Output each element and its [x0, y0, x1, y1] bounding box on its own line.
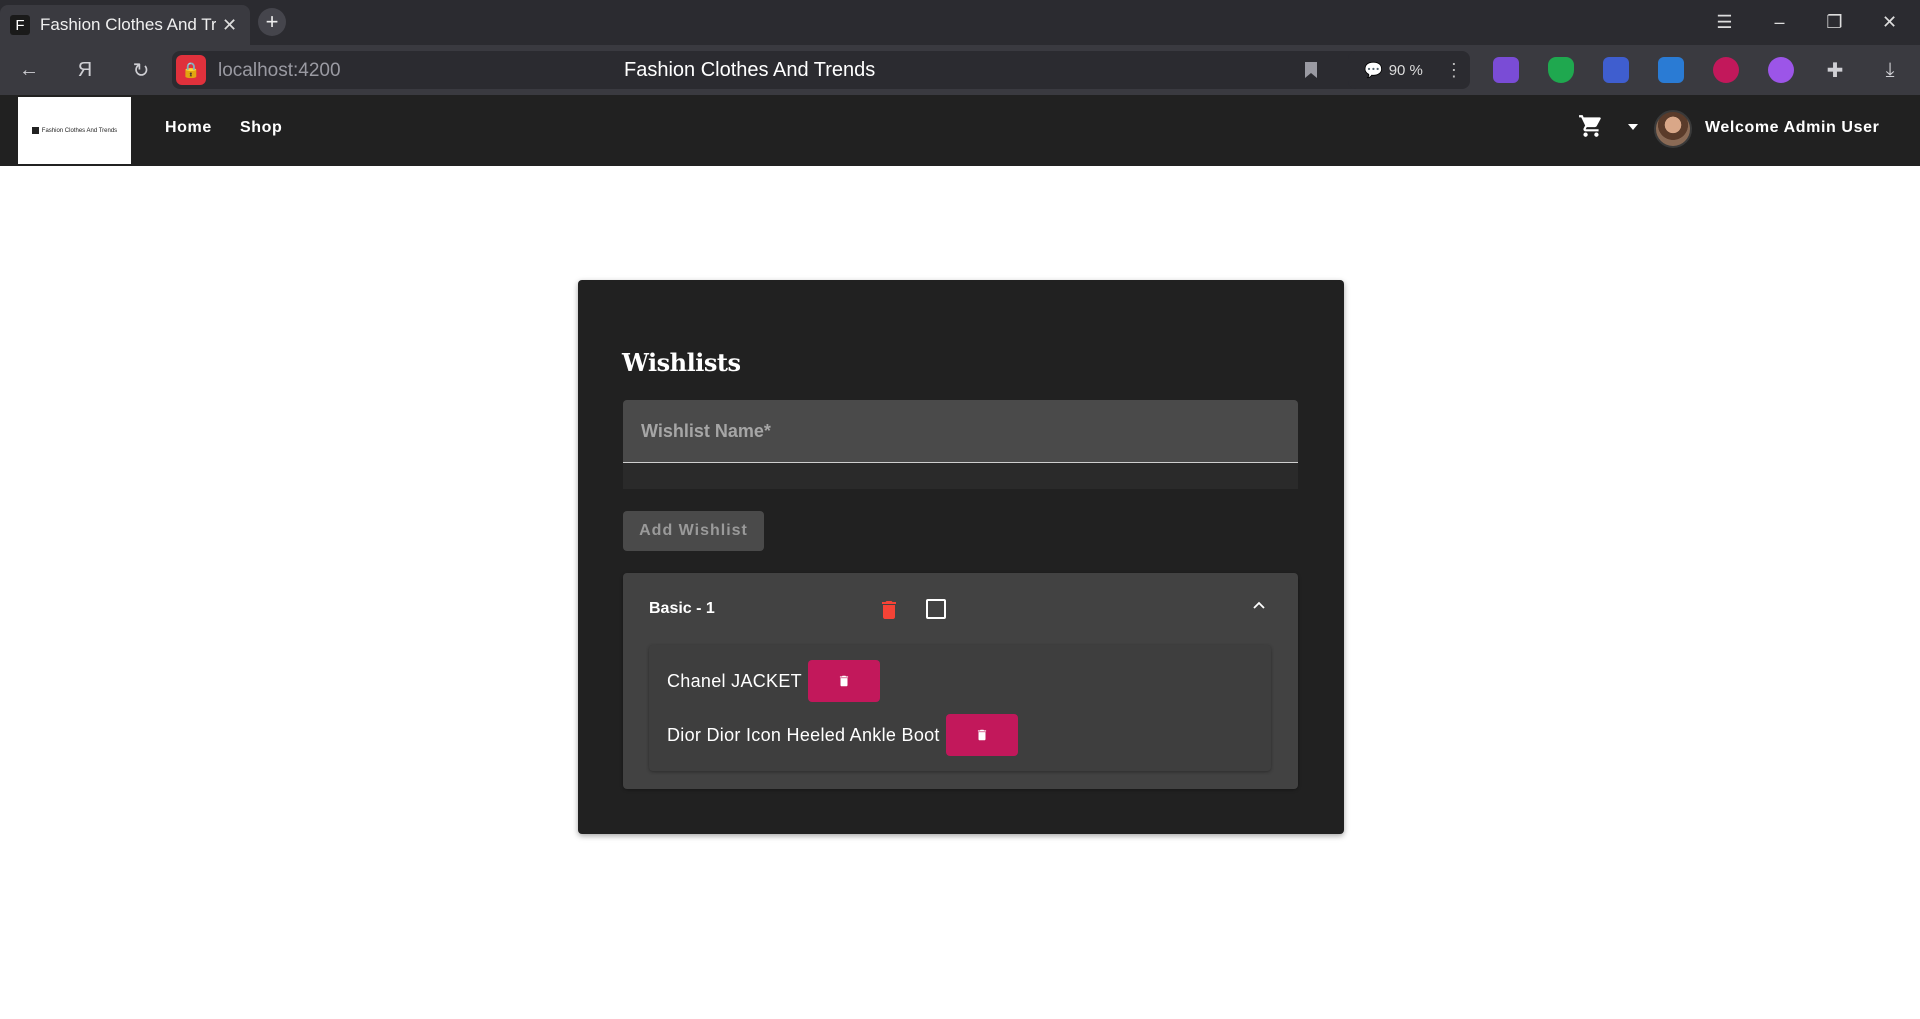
ship-extension-icon[interactable] — [1603, 57, 1629, 83]
address-bar[interactable]: 🔒 localhost:4200 Fashion Clothes And Tre… — [172, 51, 1467, 89]
back-icon[interactable]: ← — [14, 55, 44, 85]
wishlists-card: Wishlists Add Wishlist Basic - 1 Chanel … — [578, 280, 1344, 834]
trash-icon — [977, 729, 986, 741]
address-url: localhost:4200 — [218, 60, 341, 81]
list-item: Dior Dior Icon Heeled Ankle Boot — [667, 714, 1018, 756]
download-icon[interactable]: ⤓ — [1875, 55, 1905, 85]
logo-square-icon — [31, 127, 39, 134]
tab-favicon: F — [10, 15, 30, 35]
user-avatar[interactable] — [1654, 110, 1692, 148]
site-logo[interactable]: Fashion Clothes And Trends — [18, 97, 131, 164]
browser-menu-icon[interactable]: ☰ — [1697, 0, 1752, 45]
browser-toolbar: ← Я ↻ 🔒 localhost:4200 Fashion Clothes A… — [0, 45, 1920, 95]
yandex-icon[interactable]: Я — [70, 55, 100, 85]
new-tab-button[interactable]: + — [258, 8, 286, 36]
page-title: Wishlists — [622, 348, 741, 377]
browser-tab-bar: F Fashion Clothes And Trends ✕ + ☰ – ❐ ✕ — [0, 0, 1920, 45]
x-extension-icon[interactable] — [1658, 57, 1684, 83]
bookmark-icon[interactable] — [1296, 55, 1326, 85]
more-options-icon[interactable]: ⋮ — [1445, 60, 1463, 81]
user-menu-caret-icon[interactable] — [1628, 124, 1638, 130]
welcome-text: Welcome Admin User — [1705, 119, 1880, 136]
close-tab-icon[interactable]: ✕ — [222, 15, 237, 36]
restore-window-button[interactable]: ❐ — [1807, 0, 1862, 45]
remove-item-button[interactable] — [807, 660, 880, 702]
chevron-up-icon[interactable] — [1251, 597, 1267, 613]
purple-extension-icon[interactable] — [1768, 57, 1794, 83]
wishlist-panel[interactable]: Basic - 1 Chanel JACKET Dior Dior Icon H… — [623, 573, 1298, 789]
insecure-connection-icon[interactable]: 🔒 — [176, 55, 206, 85]
zoom-level: 90 % — [1388, 61, 1423, 79]
minimize-window-button[interactable]: – — [1752, 0, 1807, 45]
angular-extension-icon[interactable] — [1713, 57, 1739, 83]
app-header: Fashion Clothes And Trends Home Shop Wel… — [0, 95, 1920, 166]
delete-wishlist-icon[interactable] — [877, 597, 901, 623]
cart-icon[interactable] — [1578, 113, 1604, 139]
wishlist-item-name: Dior Dior Icon Heeled Ankle Boot — [667, 724, 940, 745]
shield-extension-icon[interactable] — [1548, 57, 1574, 83]
logo-mark: Fashion Clothes And Trends — [31, 127, 118, 134]
wishlist-items-list: Chanel JACKET Dior Dior Icon Heeled Ankl… — [649, 645, 1271, 771]
add-wishlist-button[interactable]: Add Wishlist — [623, 511, 764, 551]
wishlist-name-input[interactable] — [623, 400, 1298, 463]
nav-shop-link[interactable]: Shop — [240, 119, 282, 137]
wishlist-select-checkbox[interactable] — [926, 599, 946, 619]
wishlist-name-field — [623, 400, 1298, 489]
nav-home-link[interactable]: Home — [165, 119, 212, 137]
address-page-title: Fashion Clothes And Trends — [624, 59, 876, 81]
quill-extension-icon[interactable] — [1493, 57, 1519, 83]
wishlist-panel-title: Basic - 1 — [649, 600, 715, 617]
logo-text: Fashion Clothes And Trends — [41, 127, 118, 134]
remove-item-button[interactable] — [945, 714, 1018, 756]
wishlist-item-name: Chanel JACKET — [667, 670, 802, 691]
comment-icon: 💬 — [1364, 62, 1383, 79]
trash-icon — [839, 675, 849, 687]
close-window-button[interactable]: ✕ — [1862, 0, 1917, 45]
browser-tab[interactable]: F Fashion Clothes And Trends ✕ — [0, 5, 250, 45]
list-item: Chanel JACKET — [667, 660, 880, 702]
tab-title: Fashion Clothes And Trends — [40, 15, 216, 34]
extensions-puzzle-icon[interactable]: ✚ — [1820, 55, 1850, 85]
reload-icon[interactable]: ↻ — [126, 55, 156, 85]
zoom-indicator[interactable]: 💬 90 % ⋮ — [1348, 51, 1470, 89]
